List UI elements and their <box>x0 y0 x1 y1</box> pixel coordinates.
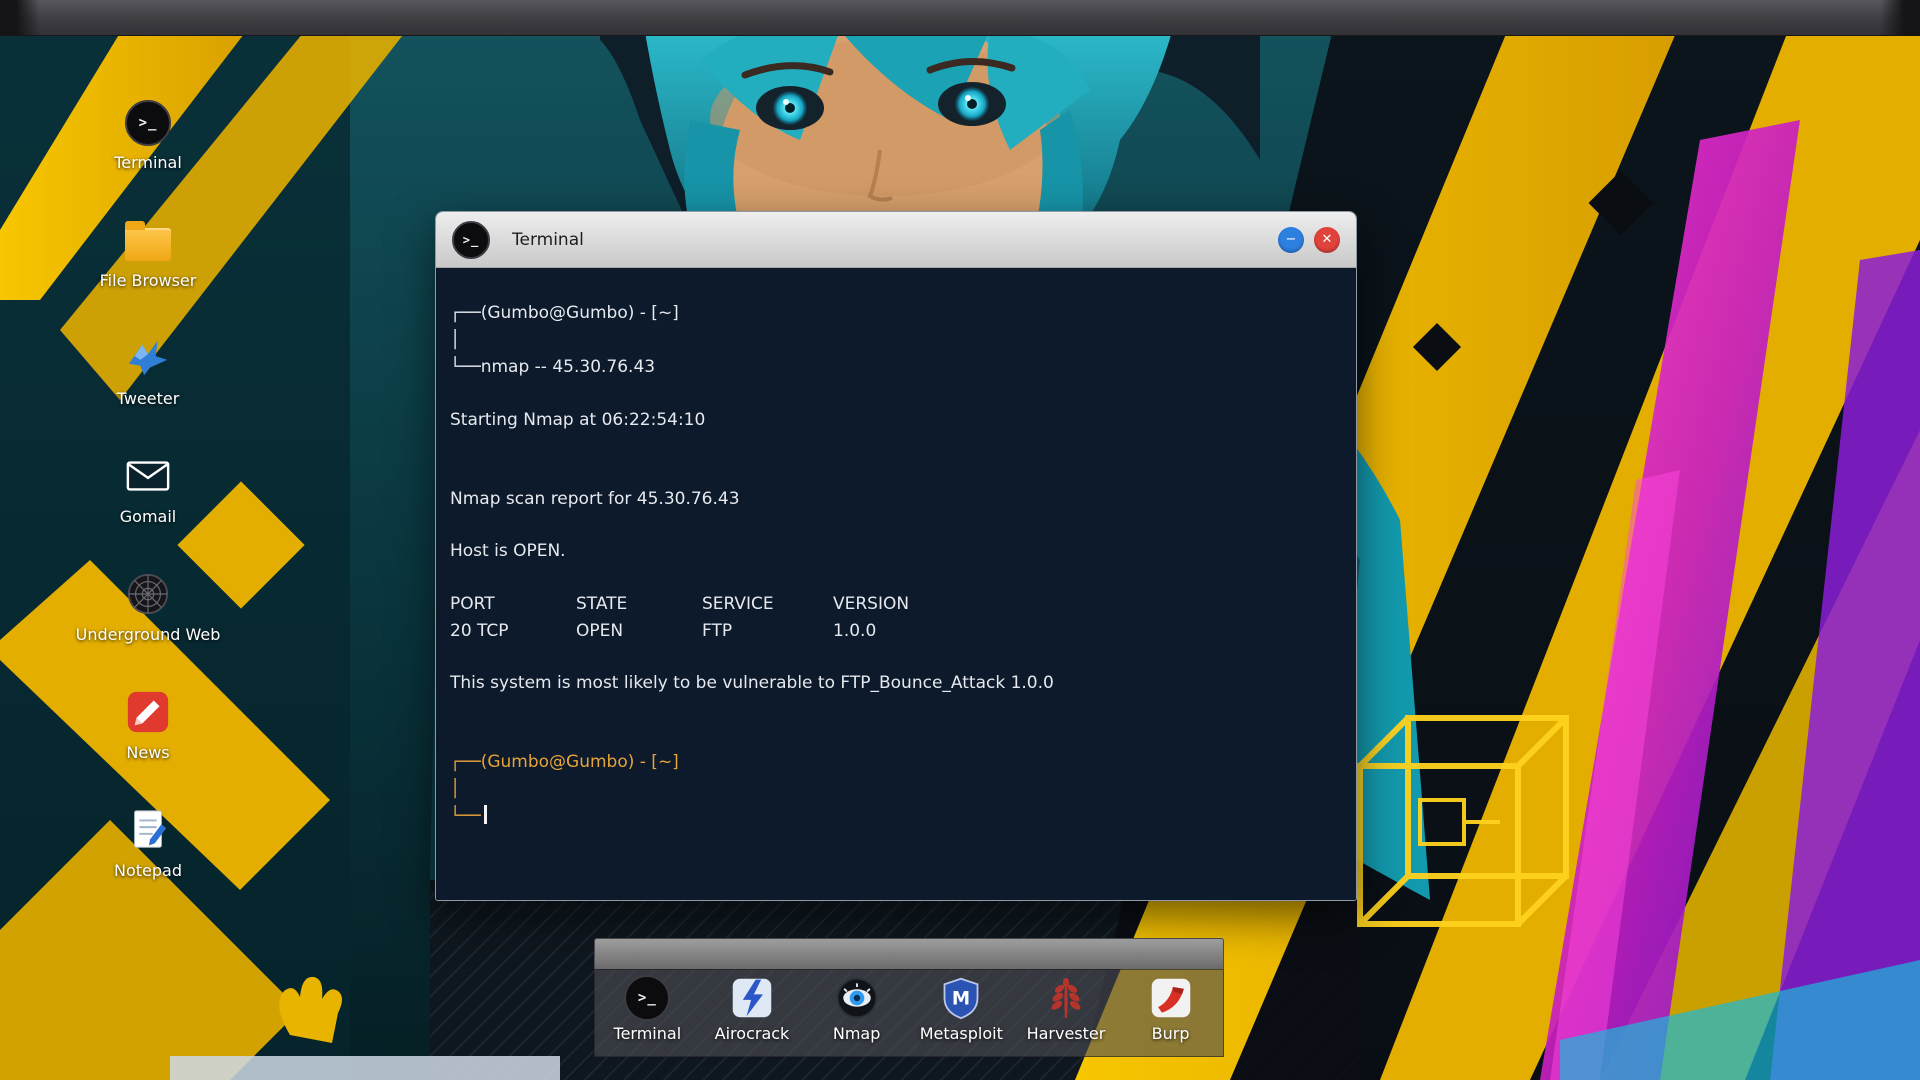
dock-item-harvester[interactable]: Harvester <box>1016 975 1116 1043</box>
dock-item-terminal[interactable]: >_ Terminal <box>597 975 697 1043</box>
prompt2-mid: │ <box>450 779 461 799</box>
svg-text:M: M <box>952 988 970 1009</box>
dark-web-icon <box>124 570 172 618</box>
terminal-output-line: Host is OPEN. <box>450 541 566 561</box>
table-cell: FTP <box>702 621 733 641</box>
dock-item-label: Burp <box>1151 1024 1190 1043</box>
desktop-icon-file-browser[interactable]: File Browser <box>48 216 248 290</box>
dock-item-label: Metasploit <box>919 1024 1003 1043</box>
desktop-icon-underground-web[interactable]: Underground Web <box>48 570 248 644</box>
terminal-output-line: Nmap scan report for 45.30.76.43 <box>450 489 740 509</box>
table-cell: 20 TCP <box>450 621 509 641</box>
desktop-icon-label: File Browser <box>99 271 197 290</box>
table-cell: PORT <box>450 594 495 614</box>
desktop-icon-label: Gomail <box>119 507 177 526</box>
bird-icon <box>124 334 172 382</box>
desktop-icon-gomail[interactable]: Gomail <box>48 452 248 526</box>
scan-table-header: PORT STATE SERVICE VERSION <box>450 591 1342 618</box>
prompt1-top: ┌──(Gumbo@Gumbo) - [~] <box>450 303 679 323</box>
table-cell: 1.0.0 <box>833 621 877 641</box>
prompt2-input-line: └── <box>450 803 1342 830</box>
metasploit-shield-icon: M <box>938 975 984 1021</box>
desktop-icon-news[interactable]: News <box>48 688 248 762</box>
desktop-icon-terminal[interactable]: >_ Terminal <box>48 100 248 172</box>
dock-item-burp[interactable]: Burp <box>1121 975 1221 1043</box>
dock-item-nmap[interactable]: Nmap <box>807 975 907 1043</box>
dock-item-label: Nmap <box>832 1024 881 1043</box>
dock-item-metasploit[interactable]: M Metasploit <box>911 975 1011 1043</box>
table-cell: VERSION <box>833 594 910 614</box>
terminal-icon: >_ <box>624 975 671 1021</box>
table-cell: STATE <box>576 594 628 614</box>
terminal-prompt-glyph: >_ <box>637 990 657 1006</box>
dock-handle[interactable] <box>594 938 1224 969</box>
terminal-prompt-glyph: >_ <box>138 115 158 131</box>
prompt1-command-line: └──nmap -- 45.30.76.43 <box>450 357 656 377</box>
dock-item-label: Terminal <box>613 1024 682 1043</box>
desktop-icon-label: Notepad <box>114 861 182 880</box>
window-titlebar[interactable]: >_ Terminal − ✕ <box>436 212 1356 268</box>
terminal-window: >_ Terminal − ✕ ┌──(Gumbo@Gumbo) - [~] │… <box>435 211 1357 901</box>
dock-item-label: Airocrack <box>714 1024 790 1043</box>
close-button[interactable]: ✕ <box>1314 226 1340 253</box>
terminal-icon: >_ <box>125 100 171 146</box>
harvester-plant-icon <box>1043 975 1089 1021</box>
desktop-icon-label: Underground Web <box>75 625 221 644</box>
desktop-icon-label: Tweeter <box>116 389 180 408</box>
news-icon <box>124 688 172 736</box>
top-panel <box>0 0 1920 36</box>
close-icon: ✕ <box>1321 232 1333 247</box>
aircrack-icon <box>729 975 775 1021</box>
scan-table-row: 20 TCP OPEN FTP 1.0.0 <box>450 618 1342 645</box>
desktop-icon-notepad[interactable]: Notepad <box>48 806 248 880</box>
desktop-icon-tweeter[interactable]: Tweeter <box>48 334 248 408</box>
command-text: nmap -- 45.30.76.43 <box>480 357 656 377</box>
window-title: Terminal <box>512 229 584 250</box>
terminal-prompt-glyph: >_ <box>462 232 480 247</box>
dock: >_ Terminal Airocrack Nmap M Metasploit … <box>594 969 1224 1057</box>
terminal-icon: >_ <box>452 220 490 259</box>
dock-item-label: Harvester <box>1026 1024 1106 1043</box>
text-cursor <box>483 805 487 824</box>
desktop-icon-label: Terminal <box>114 153 182 172</box>
dock-item-airocrack[interactable]: Airocrack <box>702 975 802 1043</box>
burp-icon <box>1148 975 1194 1021</box>
prompt2-top: ┌──(Gumbo@Gumbo) - [~] <box>450 752 679 772</box>
desktop-icon-column: >_ Terminal File Browser Tweeter Gomail … <box>48 100 248 880</box>
vulnerability-line: This system is most likely to be vulnera… <box>450 673 1054 693</box>
table-cell: OPEN <box>576 621 624 641</box>
desktop-icon-label: News <box>126 743 170 762</box>
folder-icon <box>124 216 172 264</box>
prompt2-block: ┌──(Gumbo@Gumbo) - [~] │ └── <box>450 749 1342 830</box>
envelope-icon <box>124 452 172 500</box>
table-cell: SERVICE <box>702 594 774 614</box>
minimize-icon: − <box>1285 232 1297 247</box>
window-controls: − ✕ <box>1278 226 1340 253</box>
nmap-eye-icon <box>834 975 880 1021</box>
prompt1-mid: │ <box>450 330 461 350</box>
terminal-output-line: Starting Nmap at 06:22:54:10 <box>450 410 706 430</box>
minimize-button[interactable]: − <box>1278 226 1304 253</box>
notepad-icon <box>124 806 172 854</box>
terminal-body[interactable]: ┌──(Gumbo@Gumbo) - [~] │ └──nmap -- 45.3… <box>436 268 1356 900</box>
